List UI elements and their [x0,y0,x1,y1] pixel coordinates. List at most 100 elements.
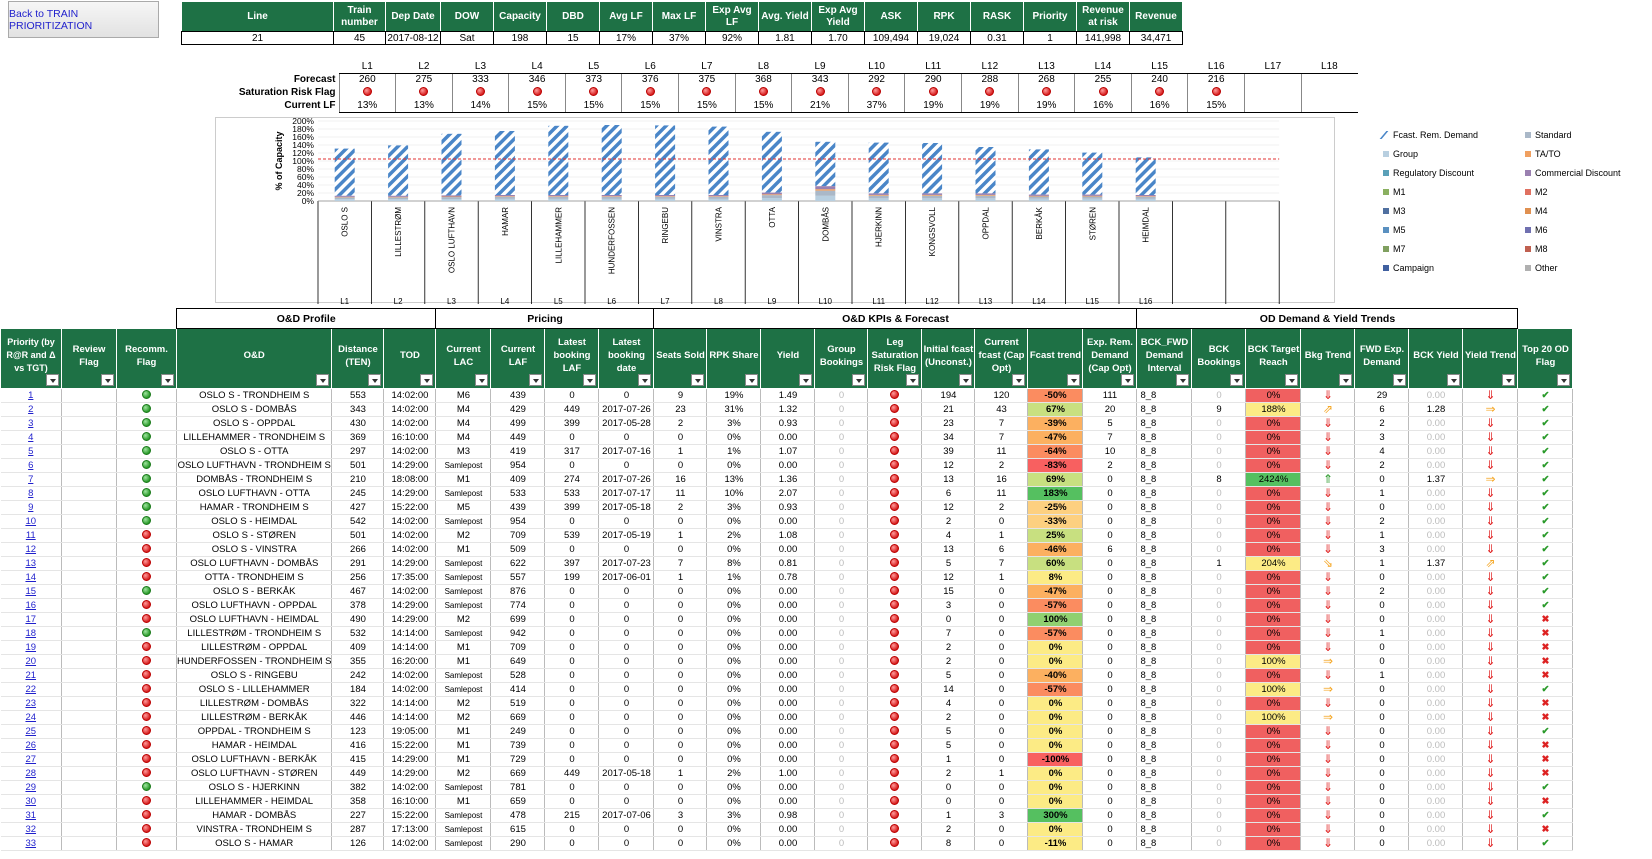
review-flag-cell[interactable] [61,570,117,585]
filter-dropdown-icon[interactable] [161,374,174,386]
review-flag-cell[interactable] [61,486,117,501]
red-flag-icon [645,86,655,96]
priority-link[interactable]: 30 [25,796,36,807]
priority-link[interactable]: 13 [25,558,36,569]
review-flag-cell[interactable] [61,458,117,473]
filter-dropdown-icon[interactable] [1393,374,1407,386]
priority-link[interactable]: 15 [25,586,36,597]
priority-link[interactable]: 28 [25,768,36,779]
review-flag-cell[interactable] [61,696,117,711]
review-flag-cell[interactable] [61,612,117,627]
priority-link[interactable]: 9 [28,502,33,513]
filter-dropdown-icon[interactable] [1557,374,1571,386]
filter-dropdown-icon[interactable] [745,374,759,386]
review-flag-cell[interactable] [61,556,117,571]
review-flag-cell[interactable] [61,808,117,823]
review-flag-cell[interactable] [61,430,117,445]
review-flag-cell[interactable] [61,598,117,613]
filter-dropdown-icon[interactable] [1067,374,1081,386]
priority-link[interactable]: 14 [25,572,36,583]
review-flag-cell[interactable] [61,654,117,669]
review-flag-cell[interactable] [61,822,117,837]
review-flag-cell[interactable] [61,528,117,543]
filter-dropdown-icon[interactable] [1339,374,1353,386]
priority-link[interactable]: 11 [26,530,36,541]
review-flag-cell[interactable] [61,668,117,683]
filter-dropdown-icon[interactable] [101,374,114,386]
review-flag-cell[interactable] [61,584,117,599]
priority-link[interactable]: 10 [25,516,36,527]
priority-link[interactable]: 29 [25,782,36,793]
priority-link[interactable]: 23 [25,698,36,709]
priority-link[interactable]: 17 [25,614,36,625]
priority-link[interactable]: 3 [28,418,33,429]
priority-link[interactable]: 26 [25,740,36,751]
review-flag-cell[interactable] [61,724,117,739]
review-flag-cell[interactable] [61,626,117,641]
filter-dropdown-icon[interactable] [1121,374,1135,386]
priority-link[interactable]: 27 [25,754,36,765]
filter-dropdown-icon[interactable] [799,374,813,386]
arrow-down-icon: ⇓ [1485,654,1496,668]
filter-dropdown-icon[interactable] [1176,374,1190,386]
review-flag-cell[interactable] [61,794,117,809]
priority-link[interactable]: 16 [25,600,36,611]
priority-link[interactable]: 1 [28,390,33,401]
back-to-train-prioritization-button[interactable]: Back to TRAIN PRIORITIZATION [8,1,159,38]
priority-link[interactable]: 33 [25,838,36,849]
filter-dropdown-icon[interactable] [475,374,489,386]
review-flag-cell[interactable] [61,766,117,781]
filter-dropdown-icon[interactable] [638,374,652,386]
priority-link[interactable]: 7 [28,474,33,485]
priority-link[interactable]: 22 [25,684,36,695]
filter-dropdown-icon[interactable] [368,374,382,386]
priority-link[interactable]: 25 [25,726,36,737]
priority-link[interactable]: 4 [28,432,33,443]
filter-dropdown-icon[interactable] [420,374,434,386]
priority-link[interactable]: 2 [28,404,33,415]
review-flag-cell[interactable] [61,738,117,753]
filter-dropdown-icon[interactable] [691,374,705,386]
priority-link[interactable]: 21 [25,670,36,681]
review-flag-cell[interactable] [61,780,117,795]
priority-link[interactable]: 20 [25,656,36,667]
filter-dropdown-icon[interactable] [1230,374,1244,386]
filter-dropdown-icon[interactable] [1502,374,1516,386]
priority-link[interactable]: 5 [28,446,33,457]
filter-dropdown-icon[interactable] [852,374,866,386]
table-cell: 0% [1245,416,1302,431]
filter-dropdown-icon[interactable] [1012,374,1026,386]
filter-dropdown-icon[interactable] [529,374,543,386]
review-flag-cell[interactable] [61,710,117,725]
priority-link[interactable]: 24 [25,712,36,723]
review-flag-cell[interactable] [61,640,117,655]
priority-link[interactable]: 31 [25,810,36,821]
review-flag-cell[interactable] [61,500,117,515]
review-flag-cell[interactable] [61,472,117,487]
review-flag-cell[interactable] [61,416,117,431]
filter-dropdown-icon[interactable] [583,374,597,386]
review-flag-cell[interactable] [61,836,117,851]
review-flag-cell[interactable] [61,514,117,529]
table-cell: -33% [1027,514,1084,529]
filter-dropdown-icon[interactable] [906,374,920,386]
table-cell: 0% [1245,514,1302,529]
filter-dropdown-icon[interactable] [1447,374,1461,386]
review-flag-cell[interactable] [61,682,117,697]
review-flag-cell[interactable] [61,402,117,417]
filter-dropdown-icon[interactable] [316,374,330,386]
filter-dropdown-icon[interactable] [46,374,59,386]
priority-link[interactable]: 8 [28,488,33,499]
filter-dropdown-icon[interactable] [1285,374,1299,386]
priority-link[interactable]: 6 [28,460,33,471]
filter-dropdown-icon[interactable] [959,374,973,386]
priority-link[interactable]: 18 [25,628,36,639]
priority-link[interactable]: 32 [25,824,36,835]
priority-link[interactable]: 12 [25,544,36,555]
review-flag-cell[interactable] [61,444,117,459]
review-flag-cell[interactable] [61,388,117,403]
red-flag-icon [142,837,151,847]
review-flag-cell[interactable] [61,542,117,557]
review-flag-cell[interactable] [61,752,117,767]
priority-link[interactable]: 19 [25,642,36,653]
